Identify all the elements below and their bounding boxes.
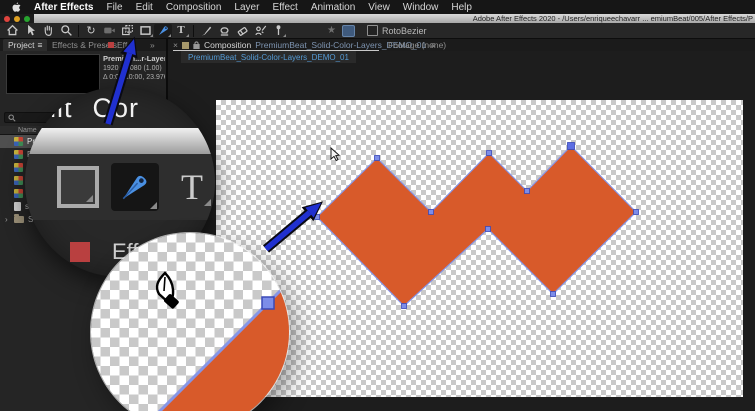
menu-item-view[interactable]: View xyxy=(368,2,390,13)
lock-icon[interactable] xyxy=(193,41,200,49)
tab-effect-controls[interactable]: Effe xyxy=(108,39,132,51)
file-icon xyxy=(14,202,21,211)
folder-icon xyxy=(14,214,24,223)
hand-tool-icon[interactable] xyxy=(39,24,57,38)
tab-footage[interactable]: Footage (none) xyxy=(388,39,446,51)
menu-item-animation[interactable]: Animation xyxy=(311,2,355,13)
toolbar-divider xyxy=(193,24,194,37)
toolbar-divider xyxy=(78,24,79,37)
apple-logo-icon[interactable] xyxy=(12,1,21,13)
active-panel-underline xyxy=(173,50,379,51)
composition-icon xyxy=(14,150,23,159)
window-close-button[interactable] xyxy=(4,15,10,22)
menu-item-after-effects[interactable]: After Effects xyxy=(34,2,93,13)
item-dimensions: 1920 x 1080 (1.00) xyxy=(103,64,162,72)
menu-item-edit[interactable]: Edit xyxy=(136,2,153,13)
window-zoom-button[interactable] xyxy=(24,15,30,22)
menu-bar: After Effects File Edit Composition Laye… xyxy=(0,0,755,14)
search-icon xyxy=(8,113,16,122)
red-swatch-icon xyxy=(70,242,90,262)
window-title: Adobe After Effects 2020 - /Users/enriqu… xyxy=(472,14,753,23)
magnified-titlebar-band xyxy=(25,128,215,154)
tab-project[interactable]: Project ≡ xyxy=(3,39,48,51)
composition-icon xyxy=(14,176,23,185)
rotobezier-label: RotoBezier xyxy=(381,25,427,36)
eraser-tool-icon[interactable] xyxy=(233,24,251,38)
callout-cursor-circle xyxy=(91,233,289,411)
composition-icon xyxy=(14,189,23,198)
pen-tool-icon[interactable] xyxy=(154,23,172,38)
camera-tool-icon[interactable] xyxy=(100,24,118,38)
star-icon[interactable]: ★ xyxy=(327,25,336,36)
composition-icon xyxy=(14,137,23,146)
pen-cursor xyxy=(155,271,179,309)
close-icon[interactable]: × xyxy=(173,40,178,50)
menu-item-file[interactable]: File xyxy=(106,2,122,13)
rotobezier-checkbox[interactable] xyxy=(366,25,378,36)
selection-tool-icon[interactable] xyxy=(21,24,39,38)
home-icon[interactable] xyxy=(3,24,21,38)
pen-tool-icon[interactable] xyxy=(111,163,159,211)
item-duration: Δ 0:00:10:00, 23.976 fps xyxy=(103,74,165,81)
snapshot-icon[interactable] xyxy=(341,24,355,37)
tab-overflow-chevron[interactable]: » xyxy=(150,39,155,51)
rectangle-tool-icon[interactable] xyxy=(136,24,154,38)
type-tool-icon[interactable]: T xyxy=(172,24,190,38)
type-tool-icon[interactable]: T xyxy=(171,166,213,208)
brush-tool-icon[interactable] xyxy=(197,24,215,38)
composition-icon xyxy=(14,163,23,172)
after-effects-window: After Effects File Edit Composition Laye… xyxy=(0,0,755,411)
traffic-light-area xyxy=(0,14,34,23)
panel-tabs-row: Project ≡ Effects & Presets Effe » × Com… xyxy=(0,39,755,51)
panel-menu-icon[interactable]: ≡ xyxy=(37,40,42,50)
menu-item-help[interactable]: Help xyxy=(451,2,472,13)
zoom-tool-icon[interactable] xyxy=(57,24,75,38)
project-item-info: Premium...r-Layers_DE.10_01 ▼ 1920 x 108… xyxy=(103,54,165,81)
pan-behind-tool-icon[interactable] xyxy=(118,24,136,38)
toolbar: ↻ T ★ RotoBezier xyxy=(0,23,755,39)
viewer-tab[interactable]: PremiumBeat_Solid-Color-Layers_DEMO_01 xyxy=(181,51,356,63)
title-bar: Adobe After Effects 2020 - /Users/enriqu… xyxy=(0,14,755,23)
window-minimize-button[interactable] xyxy=(14,15,20,22)
roto-brush-tool-icon[interactable] xyxy=(251,24,269,38)
magnified-menu-text: dit Cor xyxy=(41,93,140,123)
rotate-tool-icon[interactable]: ↻ xyxy=(82,24,100,38)
red-swatch-icon xyxy=(108,42,114,48)
menu-item-composition[interactable]: Composition xyxy=(166,2,222,13)
comp-swatch-icon xyxy=(181,41,189,49)
menu-item-window[interactable]: Window xyxy=(403,2,439,13)
menu-item-layer[interactable]: Layer xyxy=(234,2,259,13)
project-thumbnail xyxy=(6,54,100,94)
clone-stamp-tool-icon[interactable] xyxy=(215,24,233,38)
puppet-pin-tool-icon[interactable] xyxy=(269,24,287,38)
expander-icon[interactable]: › xyxy=(5,215,10,224)
menu-item-effect[interactable]: Effect xyxy=(272,2,297,13)
rectangle-tool-icon[interactable] xyxy=(57,166,99,208)
magnified-vertex-handle[interactable] xyxy=(261,296,275,310)
composition-frame[interactable] xyxy=(216,100,743,397)
magnified-toolbar: T xyxy=(25,154,215,220)
